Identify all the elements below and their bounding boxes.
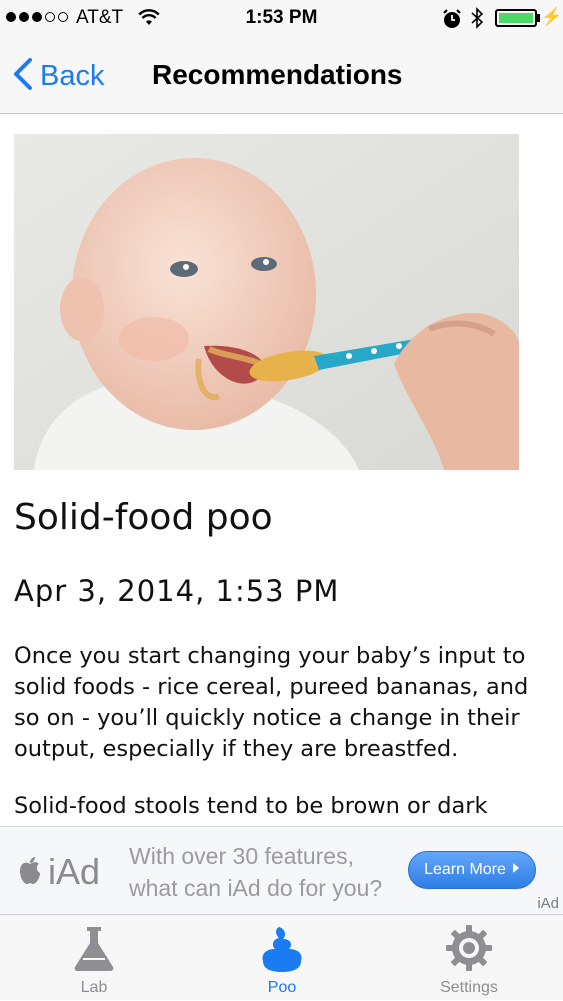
learn-more-button[interactable]: Learn More bbox=[408, 851, 536, 889]
tab-lab-label: Lab bbox=[80, 979, 108, 996]
back-button[interactable]: Back bbox=[12, 56, 104, 96]
apple-icon bbox=[18, 855, 42, 890]
status-bar: AT&T 1:53 PM ⚡ bbox=[0, 0, 563, 40]
tab-poo-label: Poo bbox=[267, 979, 297, 996]
baby-eating-photo bbox=[14, 134, 519, 470]
gear-icon bbox=[444, 923, 494, 978]
flask-icon bbox=[69, 923, 119, 978]
article-paragraph: Solid-food stools tend to be brown or da… bbox=[14, 793, 488, 819]
poo-icon bbox=[257, 923, 307, 978]
article-paragraph: Once you start changing your baby’s inpu… bbox=[14, 643, 529, 762]
page-title: Recommendations bbox=[152, 59, 403, 90]
iad-logo: iAd bbox=[18, 851, 100, 893]
tab-poo[interactable]: Poo bbox=[188, 915, 376, 1001]
alarm-icon bbox=[442, 8, 462, 36]
chevron-left-icon bbox=[12, 57, 34, 96]
tab-lab[interactable]: Lab bbox=[0, 915, 188, 1001]
iad-brand: iAd bbox=[48, 851, 101, 892]
battery-icon bbox=[495, 9, 537, 27]
tab-settings-label: Settings bbox=[440, 979, 498, 996]
article-date: Apr 3, 2014, 1:53 PM bbox=[14, 574, 340, 608]
back-label: Back bbox=[40, 59, 105, 92]
battery-nub bbox=[537, 14, 540, 22]
charging-icon: ⚡ bbox=[541, 7, 563, 26]
ad-tag: iAd bbox=[537, 895, 559, 912]
ad-line-2: what can iAd do for you? bbox=[129, 875, 383, 901]
chevron-right-icon bbox=[512, 861, 520, 879]
learn-more-label: Learn More bbox=[424, 861, 506, 878]
navigation-bar: Back Recommendations bbox=[0, 40, 563, 114]
ad-line-1: With over 30 features, bbox=[129, 843, 354, 869]
tab-settings[interactable]: Settings bbox=[375, 915, 563, 1001]
tab-bar: Lab Poo Settings bbox=[0, 914, 563, 1000]
article-title: Solid-food poo bbox=[14, 497, 273, 538]
bluetooth-icon bbox=[470, 6, 484, 36]
ad-banner[interactable]: iAd With over 30 features, what can iAd … bbox=[0, 826, 563, 914]
ad-copy: With over 30 features, what can iAd do f… bbox=[129, 840, 382, 904]
